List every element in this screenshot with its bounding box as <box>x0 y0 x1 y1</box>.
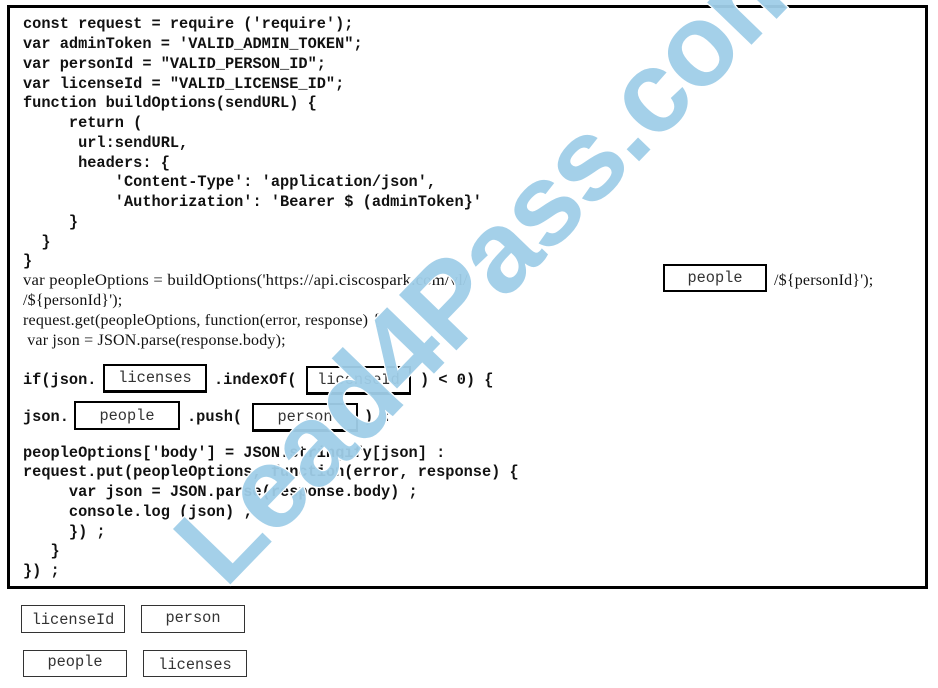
drop-target-json-property-check[interactable]: licenses <box>103 364 207 393</box>
code-line: } <box>23 213 79 231</box>
answer-option-licenseid[interactable]: licenseId <box>21 605 125 633</box>
drop-target-index-of-arg[interactable]: licenseId <box>306 366 411 395</box>
drop-target-json-property-push[interactable]: people <box>74 401 180 430</box>
code-line: url:sendURL, <box>23 134 189 152</box>
code-line: function buildOptions(sendURL) { <box>23 94 317 112</box>
answer-option-licenses[interactable]: licenses <box>143 650 247 677</box>
code-line: ) : <box>364 408 392 426</box>
code-line: 'Authorization': 'Bearer $ (adminToken}' <box>23 193 482 211</box>
code-line: peopleOptions['body'] = JSON.stringify[j… <box>23 444 446 462</box>
code-line: return ( <box>23 114 143 132</box>
code-line: var json = JSON.parse(response.body) ; <box>23 483 418 501</box>
code-line: } <box>23 542 60 560</box>
code-line: /${personId}'); <box>23 292 123 309</box>
code-line: var personId = "VALID_PERSON_ID"; <box>23 55 326 73</box>
code-line: ) < 0) { <box>420 371 494 389</box>
code-line: 'Content-Type': 'application/json', <box>23 173 437 191</box>
code-line: var json = JSON.parse(response.body); <box>23 332 286 349</box>
code-line: const request = require ('require'); <box>23 15 354 33</box>
drop-target-push-arg[interactable]: person <box>252 403 358 432</box>
code-line: headers: { <box>23 154 170 172</box>
code-line: var licenseId = "VALID_LICENSE_ID"; <box>23 75 345 93</box>
code-panel: const request = require ('require'); var… <box>7 5 928 589</box>
answer-option-person[interactable]: person <box>141 605 245 633</box>
drop-target-url-segment[interactable]: people <box>663 264 767 292</box>
code-line: } <box>23 233 51 251</box>
code-line: request.put(peopleOptions, function(erro… <box>23 463 519 481</box>
code-line: }) ; <box>23 523 106 541</box>
code-line: request.get(peopleOptions, function(erro… <box>23 312 381 329</box>
code-line: if(json. <box>23 371 97 389</box>
code-line: console.log (json) ; <box>23 503 253 521</box>
code-line: }) ; <box>23 562 60 580</box>
code-line: var adminToken = 'VALID_ADMIN_TOKEN"; <box>23 35 363 53</box>
code-line: json. <box>23 408 69 426</box>
code-line: .push( <box>187 408 243 426</box>
answer-option-people[interactable]: people <box>23 650 127 677</box>
code-line: var peopleOptions = buildOptions('https:… <box>23 272 468 289</box>
code-line: /${personId}'); <box>774 272 874 289</box>
code-line: } <box>23 252 33 270</box>
code-line: .indexOf( <box>214 371 297 389</box>
